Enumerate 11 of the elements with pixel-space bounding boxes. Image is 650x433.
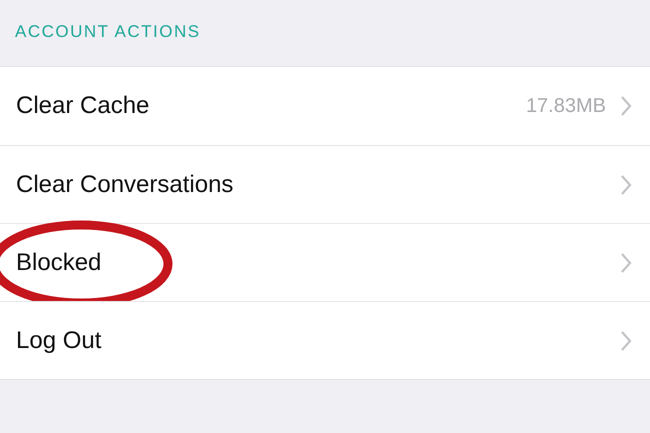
row-label: Blocked: [16, 248, 102, 278]
settings-row[interactable]: Blocked: [0, 223, 650, 301]
row-label: Clear Cache: [16, 91, 150, 121]
section-title: ACCOUNT ACTIONS: [14, 21, 202, 43]
chevron-icon: [620, 330, 632, 352]
row-label: Clear Conversations: [16, 170, 234, 200]
chevron-icon: [620, 95, 632, 117]
row-value: 17.83MB: [526, 94, 606, 119]
row-label: Log Out: [16, 326, 102, 356]
chevron-icon: [620, 252, 632, 274]
chevron-icon: [620, 174, 632, 196]
